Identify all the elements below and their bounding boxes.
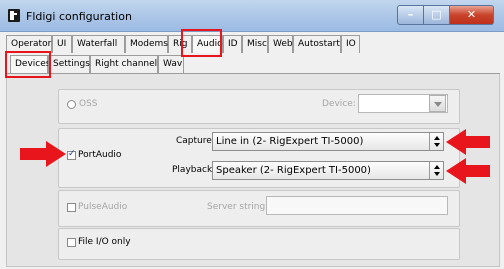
- tab-id[interactable]: ID: [223, 35, 242, 53]
- portaudio-checkbox[interactable]: [67, 149, 76, 160]
- device-label: Device:: [322, 99, 356, 109]
- tab-misc[interactable]: Misc: [242, 35, 268, 53]
- server-string-input[interactable]: [266, 196, 448, 215]
- device-dropdown-icon[interactable]: [429, 95, 446, 112]
- playback-arrow-icon: [446, 158, 490, 184]
- tab-settings[interactable]: Settings: [48, 55, 90, 73]
- portaudio-label: PortAudio: [78, 150, 122, 160]
- tab-waterfall[interactable]: Waterfall: [72, 35, 125, 53]
- portaudio-arrow-icon: [20, 141, 66, 167]
- server-string-label: Server string:: [207, 202, 269, 212]
- tab-io[interactable]: IO: [341, 35, 360, 53]
- fileio-checkbox[interactable]: [67, 238, 76, 247]
- minimize-button[interactable]: –: [397, 5, 424, 25]
- playback-label: Playback:: [172, 165, 216, 175]
- capture-updown-icon[interactable]: [429, 133, 443, 150]
- tab-operator[interactable]: Operator: [6, 35, 52, 53]
- fileio-label: File I/O only: [78, 237, 131, 247]
- fldigi-app-icon: [8, 9, 20, 22]
- close-button[interactable]: ✕: [450, 5, 494, 25]
- device-combo[interactable]: [358, 94, 448, 113]
- playback-select[interactable]: Speaker (2- RigExpert TI-5000): [212, 161, 444, 180]
- capture-select[interactable]: Line in (2- RigExpert TI-5000): [212, 132, 444, 151]
- tab-devices[interactable]: Devices: [10, 55, 50, 73]
- maximize-button[interactable]: □: [424, 5, 450, 25]
- tab-right-channel[interactable]: Right channel: [90, 55, 158, 73]
- pulseaudio-label: PulseAudio: [78, 202, 128, 212]
- tab-audio[interactable]: Audio: [192, 35, 223, 53]
- tab-rig[interactable]: Rig: [168, 35, 192, 53]
- tab-web[interactable]: Web: [268, 35, 293, 53]
- config-window: Fldigi configuration – □ ✕ Operator UI W…: [0, 0, 504, 269]
- oss-radio[interactable]: [67, 100, 76, 109]
- tab-autostart[interactable]: Autostart: [293, 35, 341, 53]
- tab-modems[interactable]: Modems: [125, 35, 168, 53]
- tab-ui[interactable]: UI: [52, 35, 72, 53]
- tab-wav[interactable]: Wav: [158, 55, 184, 73]
- pulseaudio-checkbox[interactable]: [67, 203, 76, 212]
- capture-label: Capture:: [176, 136, 215, 146]
- oss-label: OSS: [79, 99, 98, 109]
- capture-arrow-icon: [446, 129, 490, 155]
- playback-updown-icon[interactable]: [429, 162, 443, 179]
- window-title: Fldigi configuration: [26, 10, 132, 23]
- title-bar[interactable]: Fldigi configuration – □ ✕: [0, 0, 504, 32]
